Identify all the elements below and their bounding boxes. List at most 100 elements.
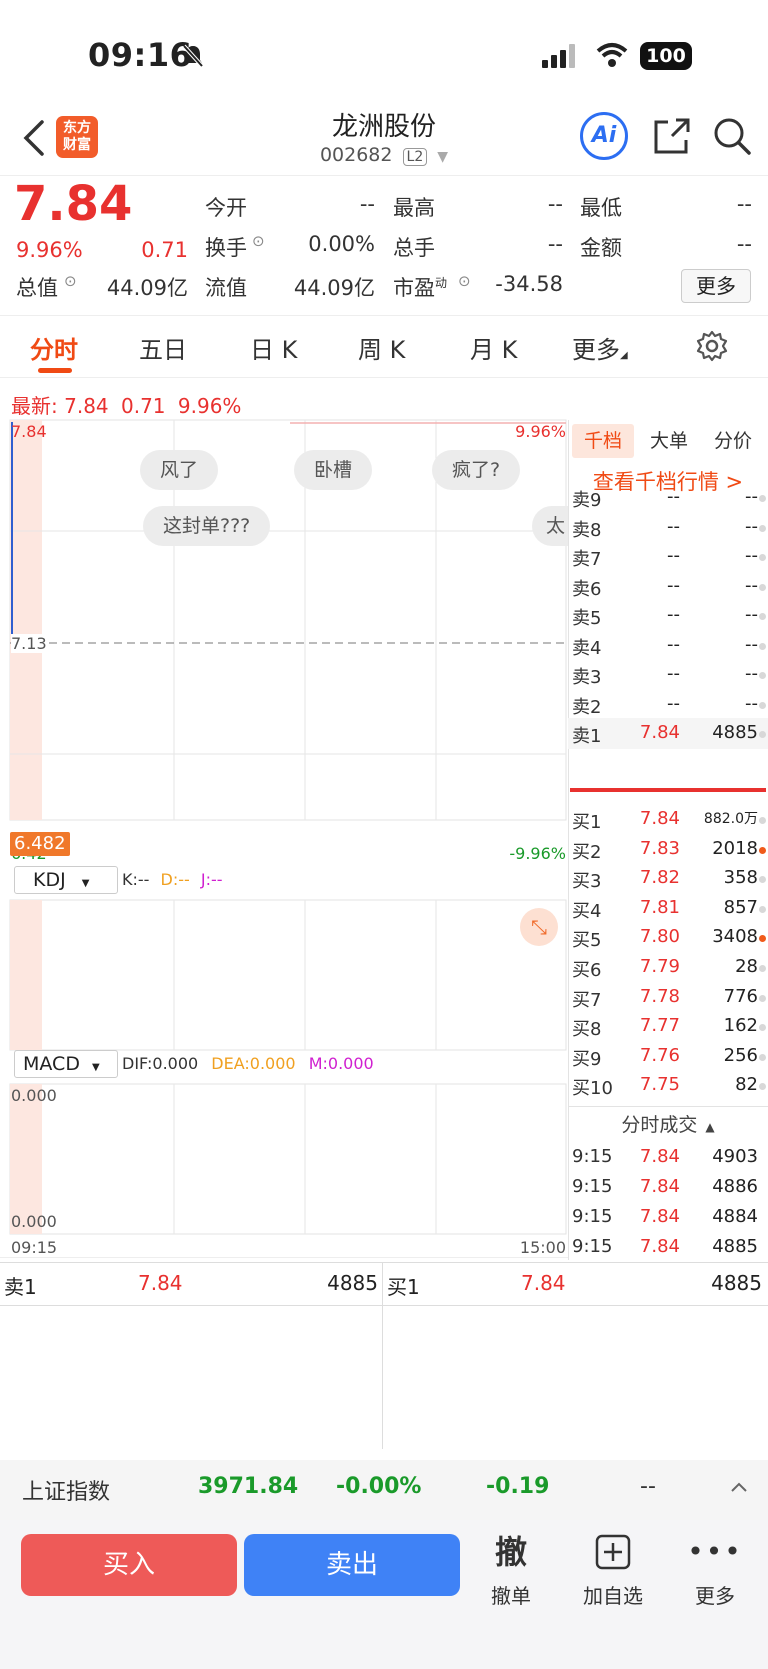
tick-volume: 4884 [712, 1206, 758, 1227]
quote-summary: 7.84 9.96% 0.71 今开 -- 最高 -- 最低 -- 换手 ⊙ 0… [0, 176, 768, 316]
ask-level-volume: -- [745, 633, 758, 655]
ask-level-row[interactable]: 卖6 -- -- [568, 571, 768, 602]
battery-icon: 100 [640, 42, 692, 70]
bid-level-row[interactable]: 买5 7.80 3408 [568, 922, 768, 953]
add-watchlist-button[interactable]: 加自选 [568, 1530, 658, 1609]
tab-intraday[interactable]: 分时 [30, 330, 78, 365]
ask-level-row[interactable]: 卖1 7.84 4885 [568, 718, 768, 749]
bid-level-row[interactable]: 买7 7.78 776 [568, 982, 768, 1013]
stock-code: 002682 [319, 144, 393, 166]
bid-level-label: 买3 [572, 871, 602, 893]
tab-week-k[interactable]: 周 K [358, 330, 405, 365]
share-icon[interactable] [652, 116, 692, 156]
bid-level-row[interactable]: 买1 7.84 882.0万 [568, 804, 768, 835]
info-icon[interactable]: ⊙ [458, 272, 471, 290]
cancel-order-button[interactable]: 撤 撤单 [466, 1530, 556, 1609]
chevron-up-icon[interactable] [730, 1480, 748, 1494]
level1-quote-panel: 卖1 7.84 4885 买1 7.84 4885 [0, 1262, 768, 1449]
ask-level-label: 卖9 [572, 490, 602, 511]
high-label: 最高 [393, 196, 435, 220]
bid-level-row[interactable]: 买2 7.83 2018 [568, 834, 768, 865]
open-label: 今开 [205, 196, 247, 220]
expand-icon[interactable]: ⤡ [520, 908, 558, 946]
order-dot [759, 583, 766, 591]
trade-action-bar: 买入 卖出 撤 撤单 加自选 ••• 更多 [0, 1520, 768, 1669]
ask-level-row[interactable]: 卖7 -- -- [568, 541, 768, 572]
amount-label: 金额 [580, 236, 622, 260]
tick-volume: 4886 [712, 1176, 758, 1197]
bid1-volume: 4885 [711, 1271, 762, 1295]
market-cap-label: 总值 [16, 276, 58, 300]
more-button[interactable]: 更多 [681, 269, 751, 303]
bid-level-label: 买8 [572, 1019, 602, 1041]
tick-row: 9:15 7.84 4884 [568, 1202, 768, 1233]
ask-level-label: 卖4 [572, 637, 602, 659]
bid-level-volume: 256 [723, 1044, 758, 1066]
ask-level-row[interactable]: 卖9 -- -- [568, 482, 768, 513]
info-icon[interactable]: ⊙ [252, 232, 265, 250]
macd-top-value: 0.000 [11, 1086, 57, 1105]
bid-level-row[interactable]: 买4 7.81 857 [568, 893, 768, 924]
bid-level-row[interactable]: 买6 7.79 28 [568, 952, 768, 983]
tab-five-day[interactable]: 五日 [139, 330, 187, 365]
bid-level-row[interactable]: 买9 7.76 256 [568, 1041, 768, 1072]
comment-bubble[interactable]: 卧槽 [294, 450, 373, 490]
ask-level-row[interactable]: 卖4 -- -- [568, 630, 768, 661]
ask-level-price: -- [667, 633, 680, 655]
stock-code-row[interactable]: 002682 L2 ▼ [234, 144, 534, 166]
macd-indicator-select[interactable]: MACD ▼ [14, 1050, 118, 1078]
kdj-indicator-select[interactable]: KDJ ▼ [14, 866, 118, 894]
sell-button[interactable]: 卖出 [244, 1534, 460, 1596]
float-cap-label: 流值 [205, 276, 247, 300]
chart-mid-price: 7.13 [11, 634, 47, 653]
macd-bottom-value: 0.000 [11, 1212, 57, 1231]
tab-month-k[interactable]: 月 K [470, 330, 517, 365]
index-ticker-bar[interactable]: 上证指数 3971.84 -0.00% -0.19 -- [0, 1460, 768, 1520]
info-icon[interactable]: ⊙ [64, 272, 77, 290]
ask-level-row[interactable]: 卖2 -- -- [568, 689, 768, 720]
tab-large-orders[interactable]: 大单 [638, 424, 700, 458]
intraday-chart[interactable]: 最新: 7.84 0.71 9.96% 7.84 9.96% 7.13 6.42 [0, 378, 568, 1258]
ask-level-price: -- [667, 486, 680, 507]
bid-level-row[interactable]: 买10 7.75 82 [568, 1070, 768, 1101]
tick-price: 7.84 [639, 1206, 680, 1227]
ask-level-row[interactable]: 卖3 -- -- [568, 659, 768, 690]
current-price: 7.84 [14, 176, 133, 232]
book-divider [570, 788, 766, 792]
ask-level-price: -- [667, 663, 680, 684]
order-dot [759, 817, 766, 824]
bid-level-volume: 776 [723, 985, 758, 1007]
more-actions-button[interactable]: ••• 更多 [670, 1530, 760, 1609]
settings-gear-icon[interactable] [696, 330, 728, 362]
ask-level-price: -- [667, 574, 680, 596]
order-dot [759, 965, 766, 972]
tab-thousand-levels[interactable]: 千档 [572, 424, 634, 458]
chart-end-time: 15:00 [519, 1238, 566, 1257]
tick-volume: 4903 [712, 1146, 758, 1167]
tab-price-distribution[interactable]: 分价 [702, 424, 764, 458]
ask-level-label: 卖2 [572, 696, 602, 718]
comment-bubble[interactable]: 风了 [140, 450, 219, 490]
comment-bubble[interactable]: 这封单??? [143, 506, 271, 546]
buy-button[interactable]: 买入 [21, 1534, 237, 1596]
ai-button[interactable]: Ai [580, 112, 628, 160]
ask-level-volume: 4885 [712, 722, 758, 743]
kdj-values: K:-- D:-- J:-- [122, 870, 223, 889]
ask-level-row[interactable]: 卖5 -- -- [568, 600, 768, 631]
bid-level-row[interactable]: 买8 7.77 162 [568, 1011, 768, 1042]
bid-level-volume: 82 [735, 1074, 758, 1096]
tab-day-k[interactable]: 日 K [250, 330, 297, 365]
comment-bubble[interactable]: 太 [532, 506, 568, 546]
comment-bubble[interactable]: 疯了? [432, 450, 521, 490]
back-icon[interactable] [22, 118, 46, 158]
tab-more[interactable]: 更多◢ [572, 330, 628, 365]
ticks-title[interactable]: 分时成交 ▲ [568, 1110, 768, 1137]
status-bar: 09:16 100 [0, 0, 768, 110]
stock-header: 东方 财富 龙洲股份 002682 L2 ▼ Ai [0, 100, 768, 176]
search-icon[interactable] [712, 116, 752, 156]
ask-level-row[interactable]: 卖8 -- -- [568, 512, 768, 543]
crosshair-price-label: 6.482 [10, 832, 70, 856]
cellular-signal-icon [542, 44, 575, 68]
bid-level-row[interactable]: 买3 7.82 358 [568, 863, 768, 894]
index-percent: -0.00% [336, 1474, 422, 1499]
